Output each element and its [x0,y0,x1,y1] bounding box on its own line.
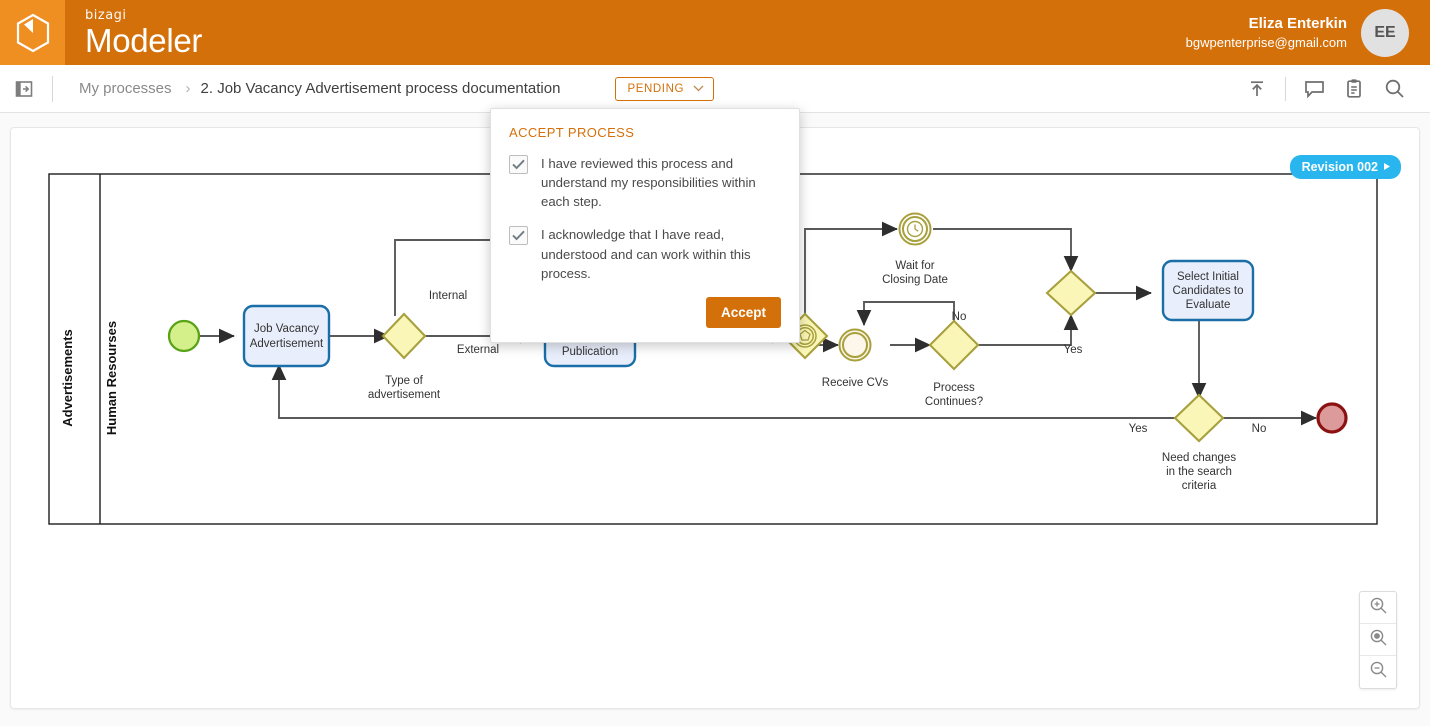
task3-label-l3: Evaluate [1186,299,1231,311]
magnifier-minus-icon [1369,660,1388,684]
app-header: bizagi Modeler Eliza Enterkin bgwpenterp… [0,0,1430,65]
search-icon[interactable] [1374,69,1414,109]
accept-button[interactable]: Accept [705,296,781,328]
breadcrumb-current: 2. Job Vacancy Advertisement process doc… [200,80,561,97]
node-end-event[interactable] [1316,402,1348,434]
dialog-footer: Accept [509,296,781,328]
checkbox-acknowledge-label: I acknowledge that I have read, understo… [541,227,751,281]
node-start-event[interactable] [167,319,201,353]
checkbox-row-acknowledge: I acknowledge that I have read, understo… [509,225,781,282]
user-info[interactable]: Eliza Enterkin bgwpenterprise@gmail.com [1186,14,1347,52]
app-root: bizagi Modeler Eliza Enterkin bgwpenterp… [0,0,1430,726]
task1-label-l1: Job Vacancy [254,323,319,335]
breadcrumb-bar: My processes › 2. Job Vacancy Advertisem… [0,65,1430,113]
accept-process-dialog: ACCEPT PROCESS I have reviewed this proc… [490,108,800,343]
flow-label-yes-1: Yes [1064,344,1083,356]
node-task-job-vacancy-advertisement[interactable]: Job Vacancy Advertisement [242,304,331,368]
magnifier-plus-icon [1369,596,1388,620]
check-icon [512,159,525,170]
zoom-reset-button[interactable] [1360,624,1396,656]
status-badge-pending[interactable]: PENDING [615,76,715,101]
task2-label-l3: Publication [562,346,618,358]
brand-big: Modeler [85,21,203,59]
zoom-controls [1359,591,1397,689]
status-badge-label: PENDING [627,82,685,95]
gw-type-label-l1: Type of [385,375,424,387]
checkbox-reviewed[interactable] [509,155,528,174]
lane-label: Human Resourses [104,321,119,435]
breadcrumb-separator-icon: › [185,80,191,97]
gw-changes-label-l1: Need changes [1162,452,1236,464]
pool-label: Advertisements [60,329,75,427]
flow-label-external: External [457,344,499,356]
toolbar-divider [52,75,53,102]
avatar-initials: EE [1374,23,1396,41]
gw-changes-label-l2: in the search [1166,466,1232,478]
gw-continues-label-l1: Process [933,382,975,394]
subheader-tools [1237,69,1430,109]
gw-changes-label-l3: criteria [1182,480,1217,492]
checkbox-reviewed-label: I have reviewed this process and underst… [541,156,756,210]
timer-label-l2: Closing Date [882,274,948,286]
revision-badge-label: Revision 002 [1301,160,1378,174]
play-triangle-icon [1383,160,1391,174]
flow-label-no-2: No [1252,423,1267,435]
chevron-down-icon [693,83,704,95]
zoom-out-button[interactable] [1360,656,1396,688]
check-icon [512,231,525,241]
brand-block: bizagi Modeler [85,9,202,57]
task3-label-l2: Candidates to [1173,285,1244,297]
user-email: bgwpenterprise@gmail.com [1185,34,1347,50]
brand-small: bizagi [85,7,127,23]
checkbox-row-reviewed: I have reviewed this process and underst… [509,154,781,211]
comment-icon[interactable] [1294,69,1334,109]
zoom-in-button[interactable] [1360,592,1396,624]
node-task-select-initial-candidates[interactable]: Select Initial Candidates to Evaluate [1161,259,1255,322]
flow-label-yes-2: Yes [1129,423,1148,435]
avatar[interactable]: EE [1361,8,1409,57]
breadcrumb: My processes › 2. Job Vacancy Advertisem… [75,80,560,97]
revision-badge[interactable]: Revision 002 [1289,155,1401,179]
timer-label-l1: Wait for [895,260,934,272]
bizagi-cube-icon [15,13,51,53]
publish-icon[interactable] [1237,69,1277,109]
dialog-title: ACCEPT PROCESS [509,125,635,140]
flow-label-internal: Internal [429,290,467,302]
checkbox-acknowledge[interactable] [509,226,528,246]
magnifier-dot-icon [1369,628,1388,652]
receive-cvs-label: Receive CVs [822,377,889,389]
task3-label-l1: Select Initial [1177,271,1239,283]
clipboard-icon[interactable] [1334,69,1374,109]
bizagi-logo[interactable] [0,0,65,65]
panel-expand-icon[interactable] [6,80,42,98]
user-name: Eliza Enterkin [1248,14,1347,32]
breadcrumb-root[interactable]: My processes [75,80,176,97]
gw-continues-label-l2: Continues? [925,396,983,408]
task1-label-l2: Advertisement [250,338,324,350]
flow-label-no-1: No [952,311,967,323]
tools-divider [1285,76,1286,101]
gw-type-label-l2: advertisement [368,389,441,401]
